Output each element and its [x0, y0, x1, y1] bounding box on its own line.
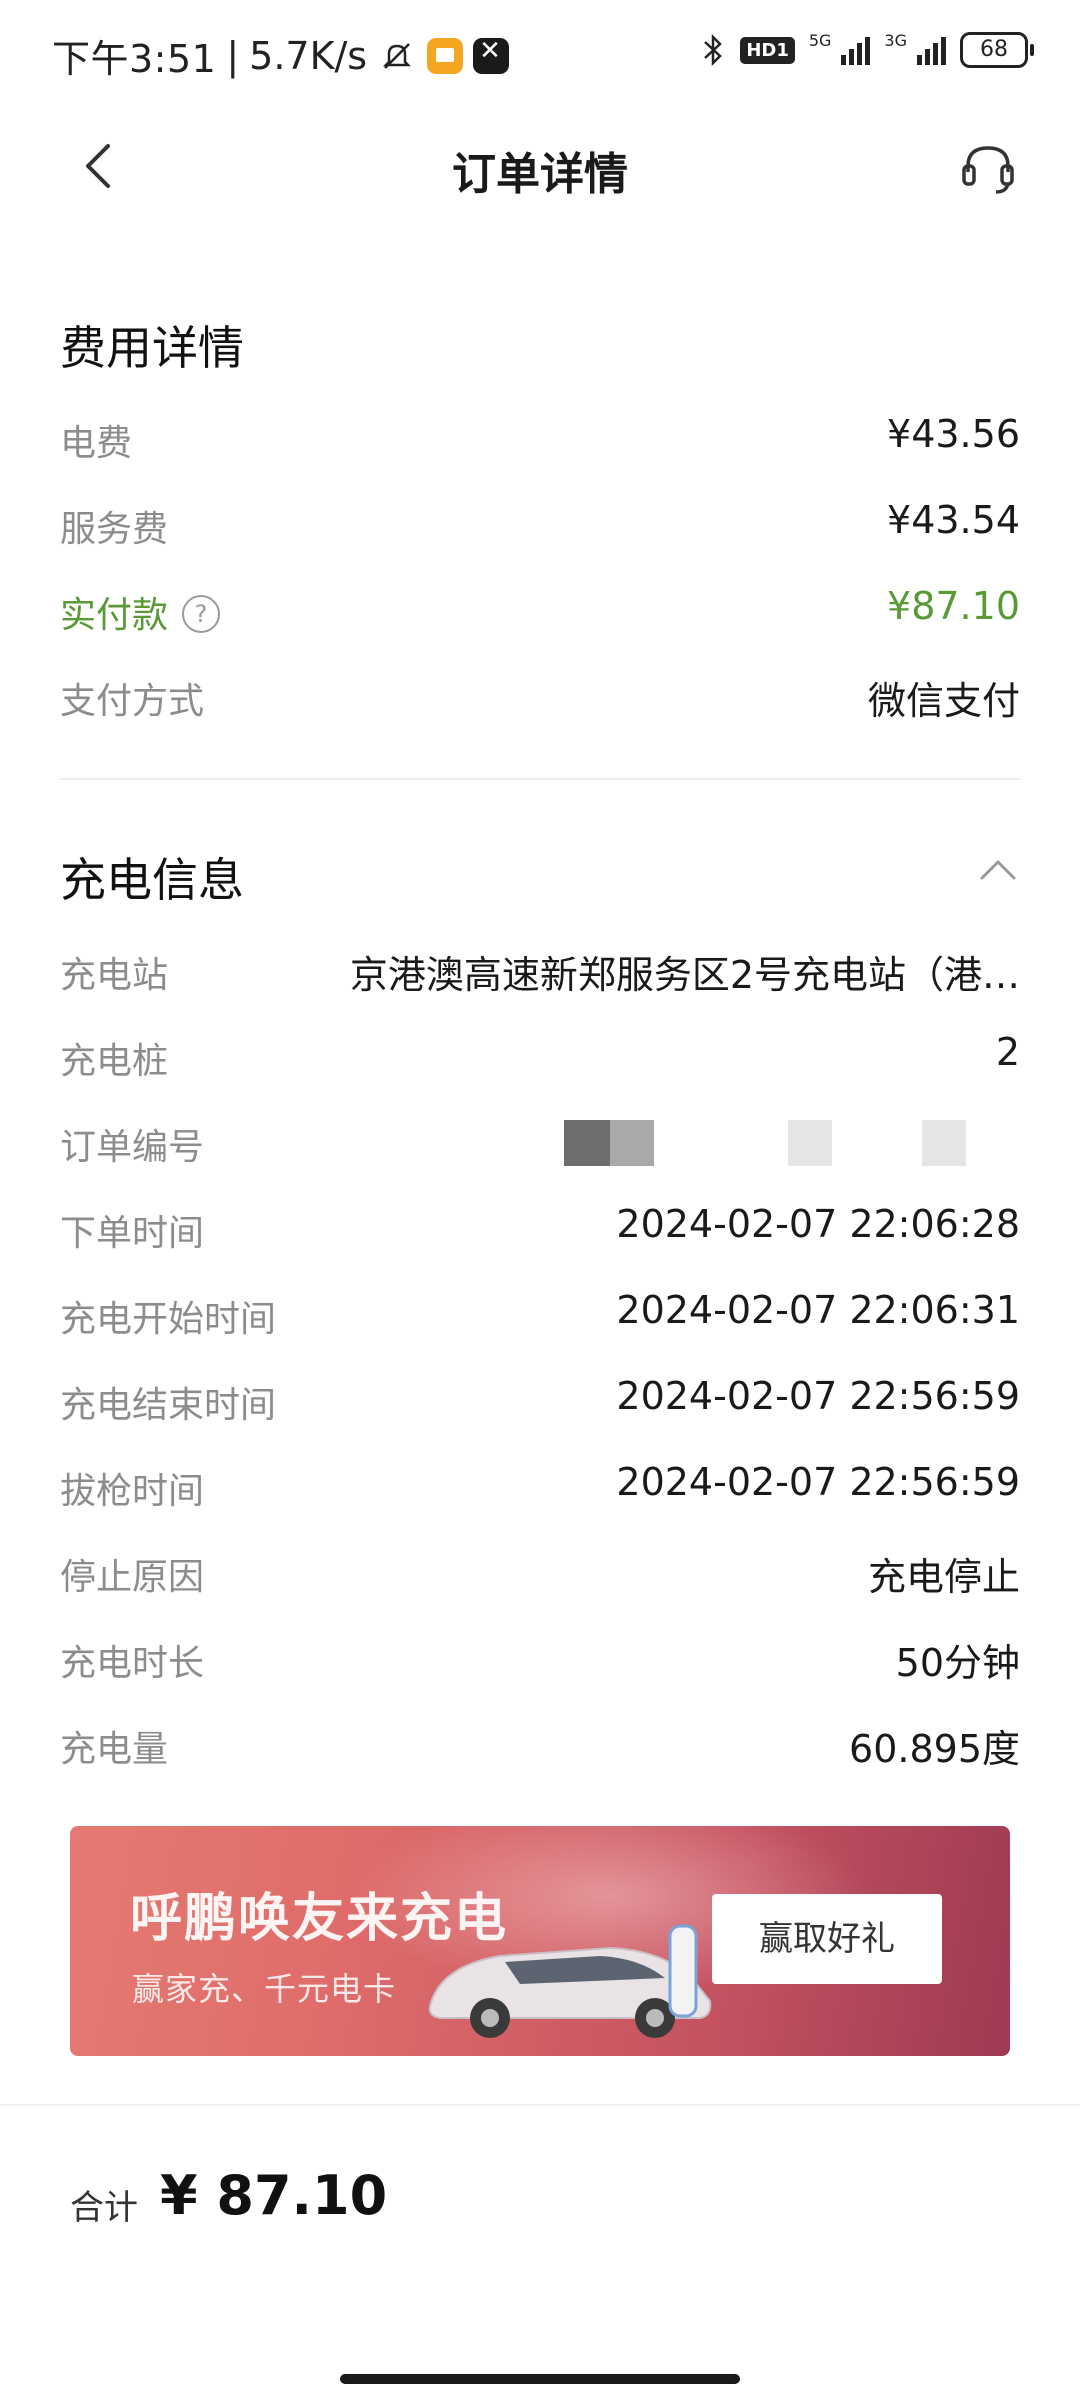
fee-label: 电费 [60, 423, 133, 464]
status-separator: | [226, 33, 240, 78]
fee-row-payment-method: 支付方式 微信支付 [60, 664, 1020, 724]
charging-row-order-id: 订单编号 [60, 1110, 1020, 1170]
footer-divider [0, 2104, 1080, 2106]
status-bar: 下午3:51 | 5.7K/s HD1 5G 3G 68 [0, 0, 1080, 108]
bluetooth-icon [704, 33, 723, 67]
charging-row-station: 充电站 京港澳高速新郑服务区2号充电站（港… [60, 938, 1020, 998]
fee-label: 服务费 [60, 509, 169, 550]
fee-label: 支付方式 [60, 681, 205, 722]
charging-value: 2024-02-07 22:06:28 [616, 1202, 1020, 1246]
help-icon[interactable]: ? [182, 595, 221, 633]
signal-icon [841, 35, 871, 65]
fee-label: 实付款 [60, 595, 169, 636]
charging-row-duration: 充电时长 50分钟 [60, 1626, 1020, 1686]
header: 订单详情 [0, 108, 1080, 224]
charging-section-title: 充电信息 [60, 853, 244, 907]
network-type-1: 5G [808, 30, 832, 50]
chevron-up-icon[interactable] [976, 852, 1020, 888]
charging-label: 下单时间 [60, 1213, 205, 1254]
hd-badge: HD1 [740, 36, 795, 64]
network-type-2: 3G [884, 30, 907, 50]
total-label: 合计 [70, 2188, 138, 2228]
charging-row-end-time: 充电结束时间 2024-02-07 22:56:59 [60, 1368, 1020, 1428]
charging-value: 2 [995, 1030, 1020, 1074]
charging-value: 60.895度 [849, 1727, 1020, 1771]
total-value: ¥ 87.10 [160, 2164, 388, 2227]
status-right: HD1 5G 3G 68 [700, 30, 1034, 68]
fee-value: ¥43.56 [887, 412, 1020, 456]
fee-value: 微信支付 [867, 679, 1020, 723]
charging-row-unplug-time: 拔枪时间 2024-02-07 22:56:59 [60, 1454, 1020, 1514]
fee-row-service: 服务费 ¥43.54 [60, 492, 1020, 552]
charging-row-start-time: 充电开始时间 2024-02-07 22:06:31 [60, 1282, 1020, 1342]
charging-label: 订单编号 [60, 1127, 205, 1168]
banner-subtitle: 赢家充、千元电卡 [132, 1970, 397, 2008]
fee-section-title: 费用详情 [60, 321, 244, 375]
xpeng-app-icon [473, 36, 510, 74]
claim-gift-button[interactable]: 赢取好礼 [712, 1894, 942, 1984]
promo-banner[interactable]: 呼鹏唤友来充电 赢家充、千元电卡 赢取好礼 [70, 1826, 1010, 2056]
charging-label: 充电量 [60, 1729, 169, 1770]
mute-icon [383, 42, 412, 69]
charging-value: 2024-02-07 22:06:31 [616, 1288, 1020, 1332]
page-title: 订单详情 [452, 149, 628, 200]
charging-value: 充电停止 [867, 1555, 1020, 1599]
charging-value: 50分钟 [895, 1641, 1020, 1685]
charging-label: 充电时长 [60, 1643, 205, 1684]
charging-value: 京港澳高速新郑服务区2号充电站（港… [349, 953, 1020, 997]
fee-row-paid: 实付款? ¥87.10 [60, 578, 1020, 638]
charging-label: 停止原因 [60, 1557, 205, 1598]
charging-label: 充电结束时间 [60, 1385, 277, 1426]
customer-service-icon[interactable] [956, 136, 1020, 200]
order-id-masked [564, 1120, 984, 1166]
section-divider [60, 778, 1020, 780]
battery-icon: 68 [960, 32, 1034, 68]
charging-value: 2024-02-07 22:56:59 [616, 1460, 1020, 1504]
car-image [428, 1924, 712, 2038]
fee-value: ¥87.10 [887, 584, 1020, 628]
charging-label: 充电桩 [60, 1041, 169, 1082]
charging-label: 充电开始时间 [60, 1299, 277, 1340]
charging-value: 2024-02-07 22:56:59 [616, 1374, 1020, 1418]
fee-row-electricity: 电费 ¥43.56 [60, 406, 1020, 466]
charging-row-pile: 充电桩 2 [60, 1024, 1020, 1084]
home-indicator[interactable] [340, 2374, 740, 2384]
notes-app-icon [427, 37, 464, 74]
charging-row-order-time: 下单时间 2024-02-07 22:06:28 [60, 1196, 1020, 1256]
paid-label-wrap: 实付款? [60, 586, 221, 638]
fee-value: ¥43.54 [887, 498, 1020, 542]
signal-icon-2 [917, 35, 946, 65]
charging-label: 拔枪时间 [60, 1471, 205, 1512]
charging-row-energy: 充电量 60.895度 [60, 1712, 1020, 1772]
status-left: 下午3:51 | 5.7K/s [52, 28, 510, 83]
network-speed: 5.7K/s [249, 33, 368, 78]
charging-row-stop-reason: 停止原因 充电停止 [60, 1540, 1020, 1600]
status-time: 下午3:51 [52, 37, 217, 81]
charging-label: 充电站 [60, 955, 169, 996]
